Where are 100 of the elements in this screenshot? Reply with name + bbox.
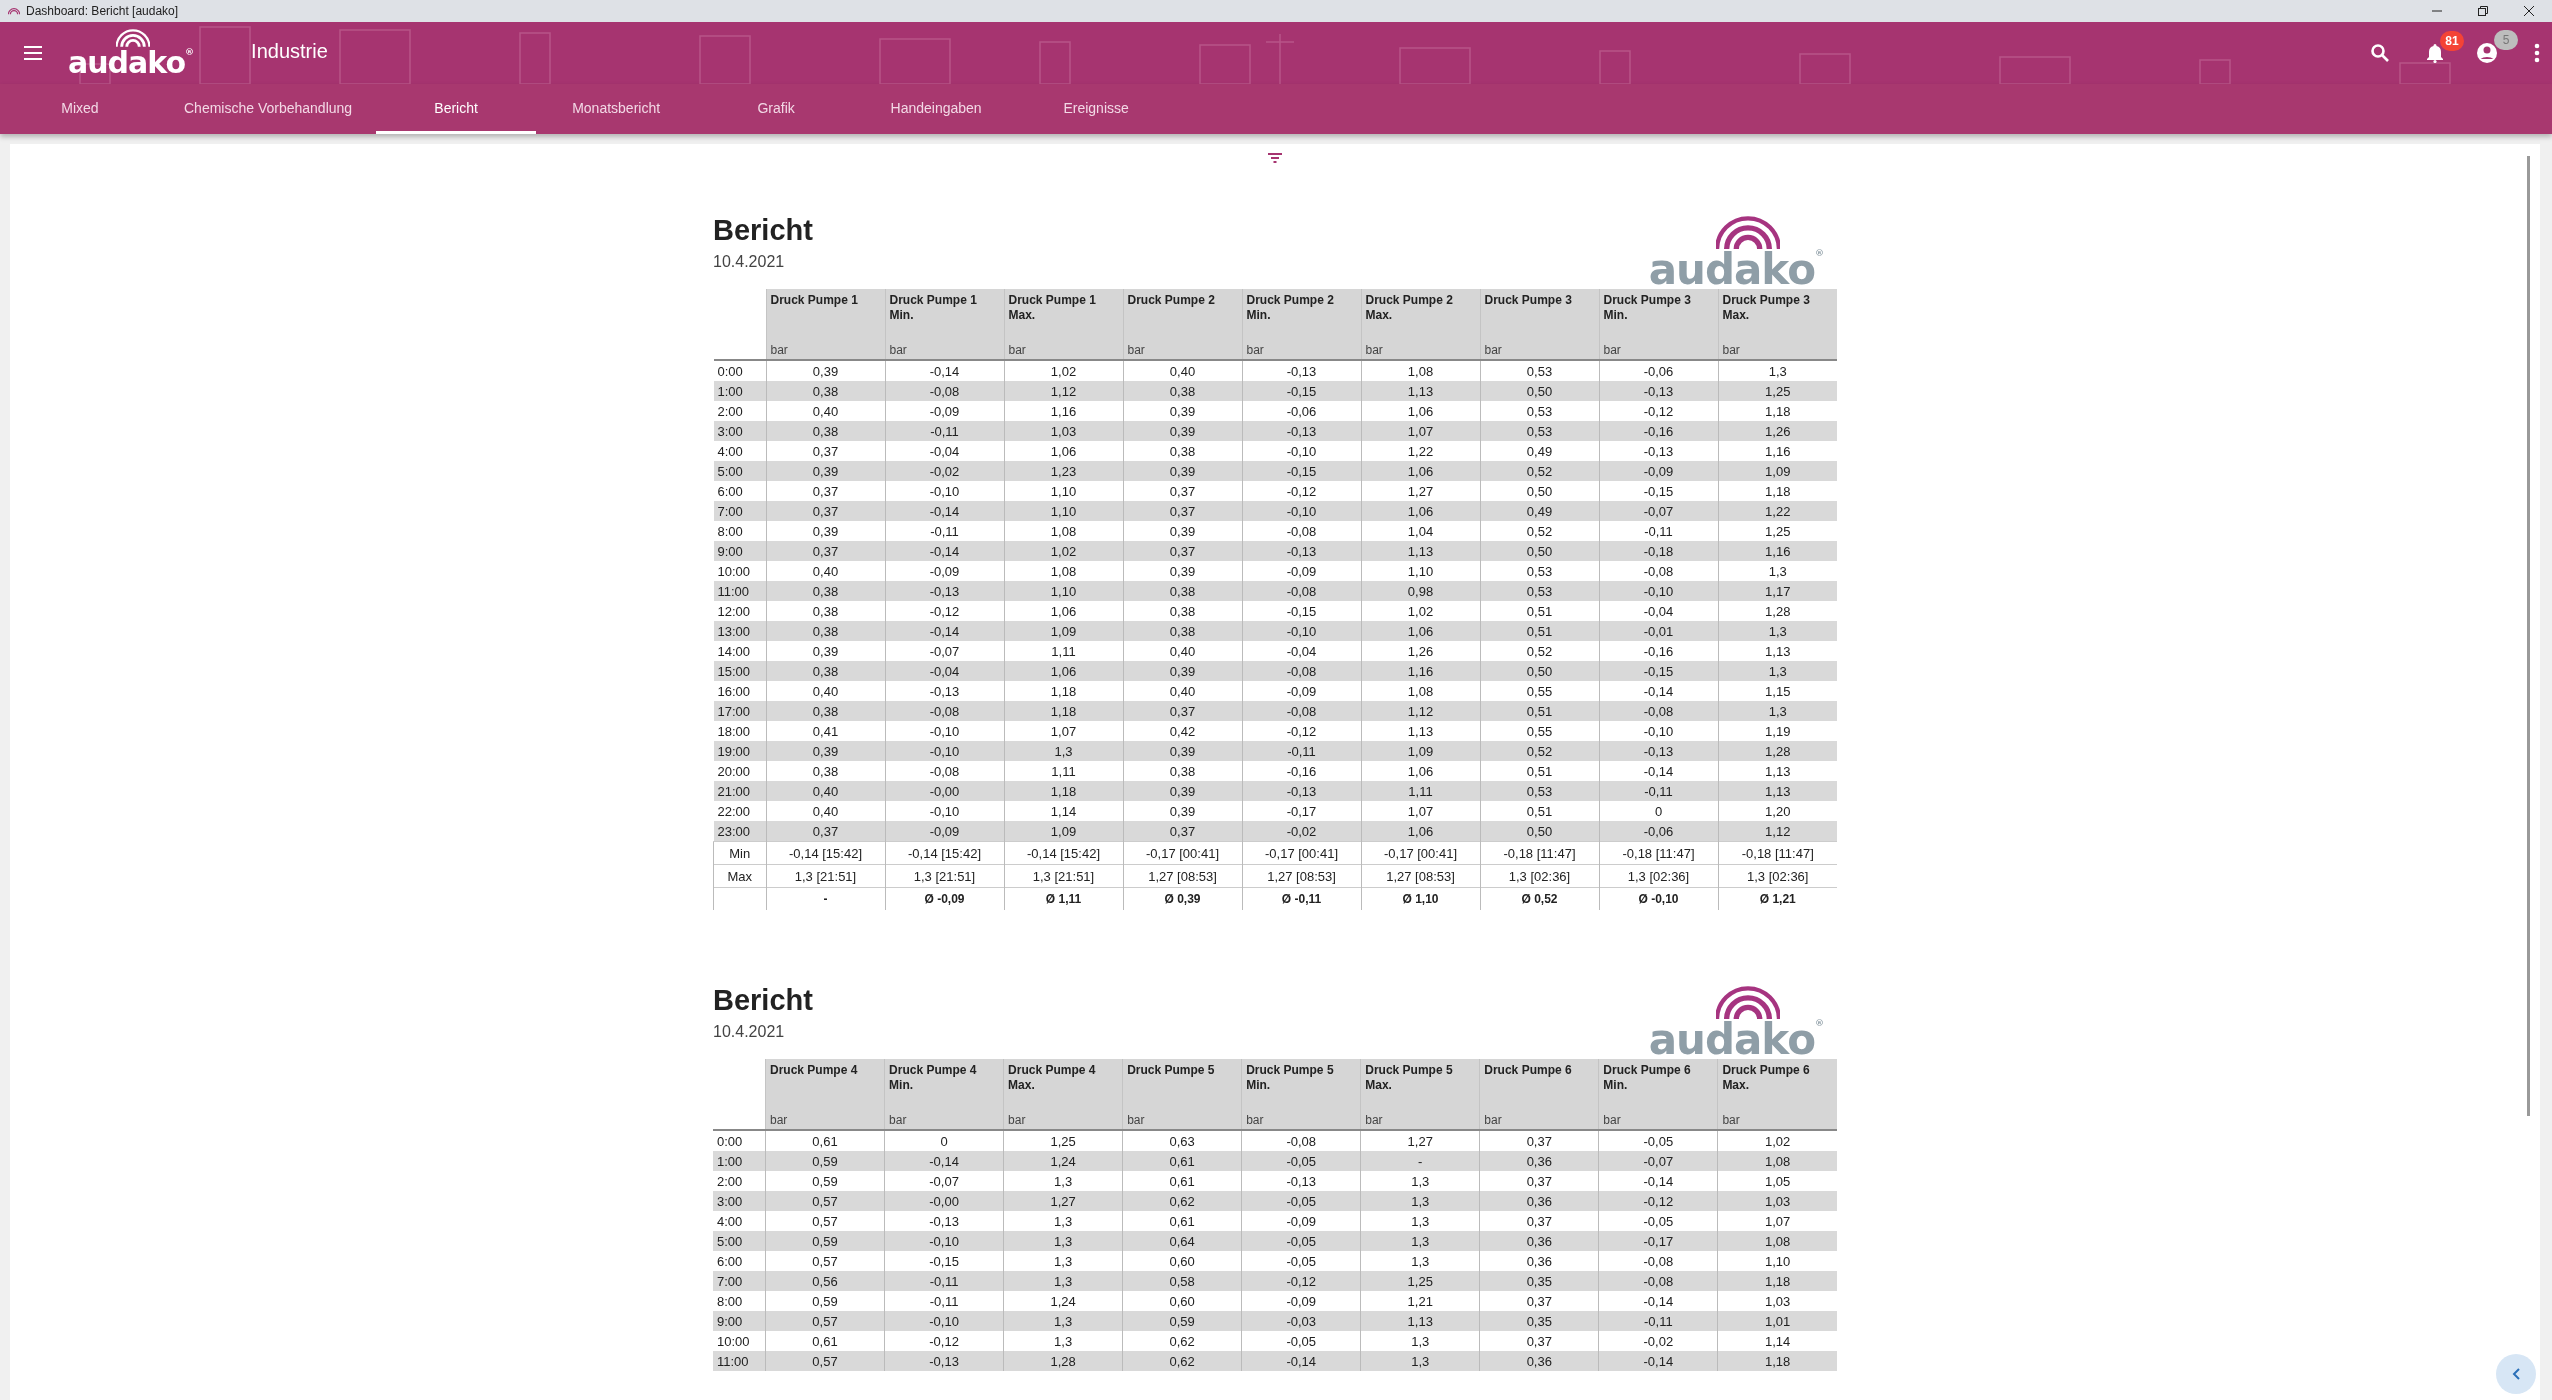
tab[interactable]: Mixed	[0, 84, 160, 134]
table-cell: 1,12	[1718, 821, 1837, 842]
table-cell: -0,05	[1241, 1151, 1361, 1172]
time-cell: 17:00	[713, 701, 766, 722]
window-title: Dashboard: Bericht [audako]	[26, 4, 180, 18]
time-cell: 11:00	[713, 581, 766, 602]
table-cell: -0,16	[1599, 421, 1718, 442]
table-cell: 0,38	[766, 701, 885, 722]
average-cell: Ø -0,09	[885, 887, 1004, 911]
table-cell: 1,18	[1717, 1271, 1837, 1292]
table-cell: 0,39	[1123, 781, 1242, 802]
table-cell: -0,09	[1599, 461, 1718, 482]
table-cell: 1,09	[1004, 621, 1123, 642]
table-cell: 1,3	[1003, 1311, 1123, 1332]
table-cell: 0,59	[765, 1231, 885, 1252]
table-cell: -0,08	[1598, 1271, 1718, 1292]
table-cell: 0,39	[766, 741, 885, 762]
table-cell: -0,10	[884, 1311, 1004, 1332]
table-cell: -0,02	[885, 461, 1004, 482]
table-cell: 0,37	[1123, 501, 1242, 522]
restore-icon[interactable]	[2477, 5, 2489, 17]
signal-arcs-icon	[1715, 214, 1780, 250]
table-cell: -0,11	[885, 421, 1004, 442]
unit-label: bar	[1127, 343, 1146, 358]
tab[interactable]: Monatsbericht	[536, 84, 697, 134]
table-cell: 1,06	[1361, 461, 1480, 482]
table-cell: 0,57	[765, 1191, 885, 1212]
table-cell: -0,14	[884, 1151, 1004, 1172]
column-header: Druck Pumpe 6 Max. bar	[1717, 1059, 1837, 1131]
notification-badge: 81	[2440, 31, 2464, 51]
table-cell: -0,14 [15:42]	[885, 841, 1004, 865]
table-cell: -0,10	[1242, 621, 1361, 642]
table-cell: -0,10	[1242, 501, 1361, 522]
tab[interactable]: Handeingaben	[856, 84, 1017, 134]
table-cell: 1,28	[1718, 741, 1837, 762]
column-header: Druck Pumpe 2 Max. bar	[1361, 289, 1480, 361]
table-cell: 0,37	[1123, 541, 1242, 562]
table-cell: 1,3 [02:36]	[1718, 864, 1837, 888]
time-cell: 2:00	[713, 401, 766, 422]
average-cell: Ø 1,10	[1361, 887, 1480, 911]
table-cell: 1,25	[1360, 1271, 1480, 1292]
tab[interactable]: Bericht	[376, 84, 537, 134]
table-cell: -0,11	[1242, 741, 1361, 762]
table-cell: -0,14 [15:42]	[766, 841, 885, 865]
table-cell: 1,01	[1717, 1311, 1837, 1332]
table-cell: 1,09	[1718, 461, 1837, 482]
chevron-left-icon	[2511, 1367, 2521, 1381]
table-cell: -0,05	[1241, 1191, 1361, 1212]
table-cell: 0,62	[1122, 1191, 1242, 1212]
tab[interactable]: Grafik	[696, 84, 857, 134]
table-cell: 0,50	[1480, 821, 1599, 842]
close-icon[interactable]	[2523, 5, 2535, 17]
filter-icon[interactable]	[1267, 152, 1283, 164]
table-cell: -0,18 [11:47]	[1480, 841, 1599, 865]
table-cell: 1,06	[1004, 661, 1123, 682]
column-header: Druck Pumpe 6 Min. bar	[1598, 1059, 1718, 1131]
tab[interactable]: Chemische Vorbehandlung	[160, 84, 377, 134]
table-cell: -0,14 [15:42]	[1004, 841, 1123, 865]
table-cell: -0,17 [00:41]	[1123, 841, 1242, 865]
table-cell: 1,3 [21:51]	[1004, 864, 1123, 888]
table-cell: 0,38	[1123, 381, 1242, 402]
table-cell: -0,18 [11:47]	[1599, 841, 1718, 865]
time-cell: 16:00	[713, 681, 766, 702]
table-cell: -0,12	[1598, 1191, 1718, 1212]
logo-text: audako$^{®}$	[68, 47, 194, 78]
time-cell: 6:00	[713, 1251, 766, 1272]
table-cell: 1,13	[1360, 1311, 1480, 1332]
table-cell: 1,3	[1718, 661, 1837, 682]
table-cell: 1,06	[1361, 501, 1480, 522]
table-cell: 1,3	[1718, 701, 1837, 722]
time-cell: 11:00	[713, 1351, 766, 1372]
table-cell: 1,27 [08:53]	[1242, 864, 1361, 888]
account-icon[interactable]	[2476, 42, 2498, 64]
time-cell: 21:00	[713, 781, 766, 802]
time-cell: 10:00	[713, 561, 766, 582]
table-cell: 1,28	[1003, 1351, 1123, 1372]
table-cell: -0,10	[1599, 581, 1718, 602]
time-cell: 0:00	[713, 360, 766, 382]
time-cell: 6:00	[713, 481, 766, 502]
table-cell: 0,39	[1123, 461, 1242, 482]
table-cell: 1,3	[1003, 1231, 1123, 1252]
app-title: Industrie	[251, 39, 328, 63]
table-cell: 0,98	[1361, 581, 1480, 602]
table-cell: 0,36	[1479, 1231, 1599, 1252]
bell-icon[interactable]	[2426, 43, 2444, 63]
row-label: Min	[713, 841, 766, 865]
table-cell: 0,36	[1479, 1151, 1599, 1172]
table-cell: -0,13	[885, 581, 1004, 602]
table-cell: 1,3 [21:51]	[885, 864, 1004, 888]
table-cell: 0,59	[765, 1151, 885, 1172]
column-header: Druck Pumpe 1 Min. bar	[885, 289, 1004, 361]
table-cell: -0,17 [00:41]	[1361, 841, 1480, 865]
time-cell: 14:00	[713, 641, 766, 662]
table-cell: 0,57	[765, 1351, 885, 1372]
table-cell: -0,08	[885, 701, 1004, 722]
table-cell: -0,17 [00:41]	[1242, 841, 1361, 865]
tab[interactable]: Ereignisse	[1016, 84, 1177, 134]
scrollbar[interactable]	[2527, 156, 2530, 1116]
table-cell: -0,15	[1242, 381, 1361, 402]
time-cell: 23:00	[713, 821, 766, 842]
